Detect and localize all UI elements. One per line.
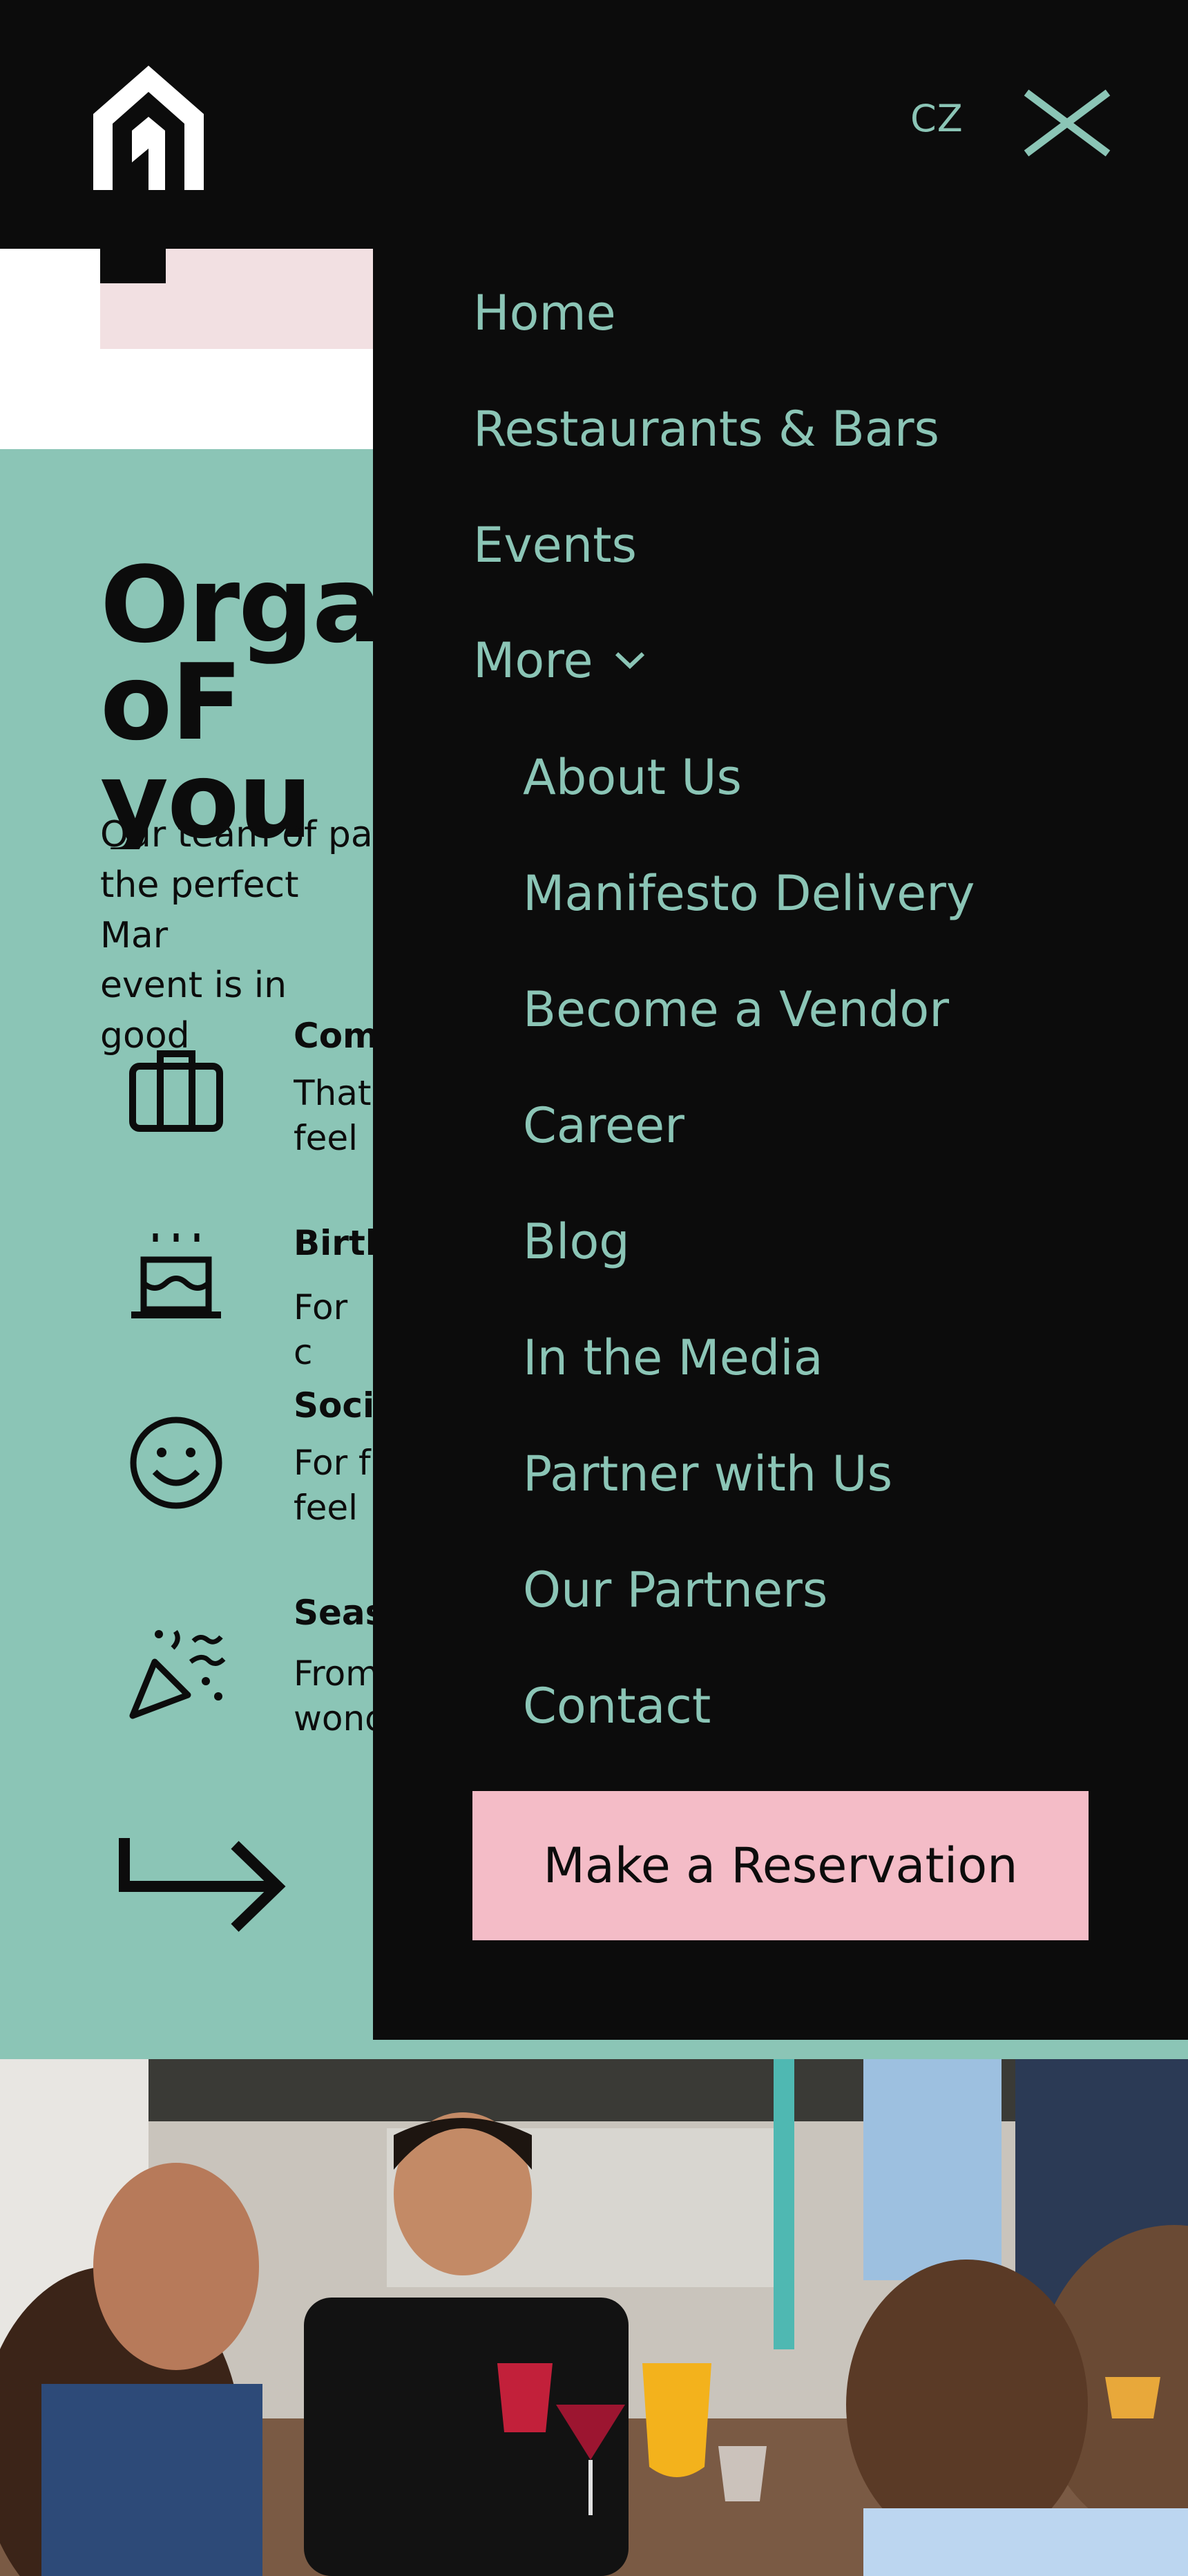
briefcase-icon <box>129 1050 223 1132</box>
arrow-right-icon[interactable] <box>117 1831 290 1949</box>
submenu-item-manifesto-delivery[interactable]: Manifesto Delivery <box>523 865 975 922</box>
party-popper-icon <box>129 1630 226 1719</box>
feature-text: That feel <box>294 1073 372 1158</box>
submenu-item-about-us[interactable]: About Us <box>523 749 742 806</box>
feature-text: From wond <box>294 1654 373 1739</box>
feature-text: For f feel <box>294 1443 371 1528</box>
birthday-cake-icon <box>131 1233 221 1318</box>
close-icon[interactable] <box>1022 88 1112 158</box>
submenu-item-become-a-vendor[interactable]: Become a Vendor <box>523 981 949 1038</box>
submenu-item-contact[interactable]: Contact <box>523 1678 711 1734</box>
feature-title: Birth <box>294 1223 373 1263</box>
submenu-item-career[interactable]: Career <box>523 1097 684 1154</box>
section-title: Organ oF you <box>100 556 373 850</box>
submenu-item-partner-with-us[interactable]: Partner with Us <box>523 1446 892 1502</box>
submenu-item-in-the-media[interactable]: In the Media <box>523 1329 823 1386</box>
menu-item-home[interactable]: Home <box>473 285 616 341</box>
chevron-down-icon <box>615 652 644 670</box>
home-arch-logo[interactable] <box>93 66 204 190</box>
submenu-item-our-partners[interactable]: Our Partners <box>523 1562 827 1618</box>
menu-item-more[interactable]: More <box>473 632 647 689</box>
submenu-item-blog[interactable]: Blog <box>523 1213 630 1270</box>
feature-title: Com <box>294 1016 373 1056</box>
menu-item-more-label: More <box>473 632 593 689</box>
make-reservation-button[interactable]: Make a Reservation <box>472 1791 1089 1940</box>
menu-item-events[interactable]: Events <box>473 517 637 574</box>
decorative-notch <box>100 249 166 283</box>
menu-item-restaurants-bars[interactable]: Restaurants & Bars <box>473 401 939 457</box>
smiley-icon <box>130 1417 222 1509</box>
feature-title: Seas <box>294 1593 373 1633</box>
feature-text: For c <box>294 1287 348 1372</box>
people-toasting-photo <box>0 2059 1188 2576</box>
feature-title: Soci <box>294 1385 373 1426</box>
language-switch[interactable]: CZ <box>910 97 964 140</box>
